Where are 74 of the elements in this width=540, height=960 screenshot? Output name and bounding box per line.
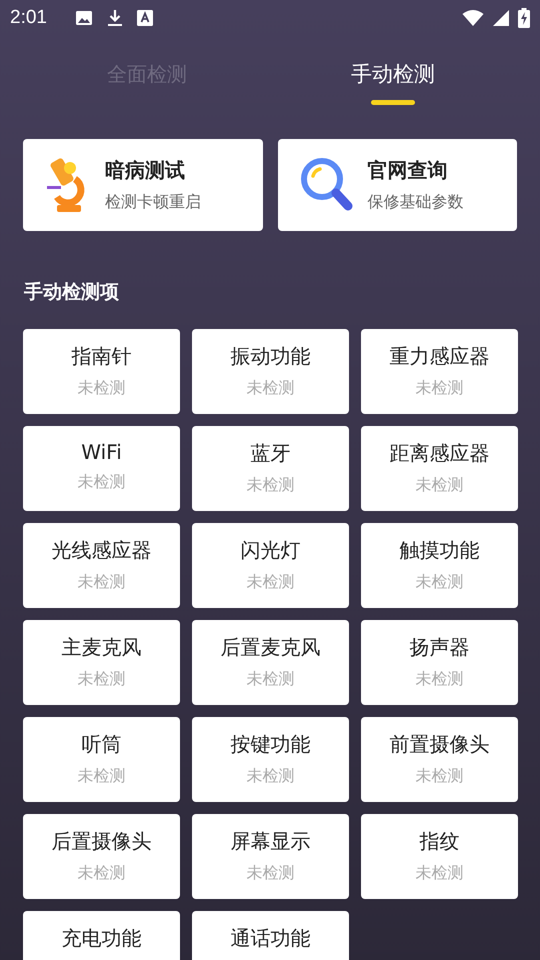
item-name: 触摸功能 — [400, 537, 480, 564]
test-item[interactable]: 后置摄像头 未检测 — [23, 814, 180, 899]
item-status: 未检测 — [246, 475, 294, 496]
test-item[interactable]: 光线感应器 未检测 — [23, 523, 180, 608]
item-status: 未检测 — [416, 669, 464, 690]
item-name: 蓝牙 — [250, 440, 290, 467]
item-status: 未检测 — [246, 378, 294, 399]
tab[interactable]: 手动检测 — [270, 56, 516, 92]
item-name: 距离感应器 — [390, 440, 490, 467]
card-subtitle: 保修基础参数 — [368, 192, 464, 213]
test-item[interactable]: 距离感应器 未检测 — [361, 426, 518, 511]
item-name: 通话功能 — [230, 925, 310, 952]
signal-icon — [492, 9, 510, 27]
item-name: 按键功能 — [230, 731, 310, 758]
item-name: 闪光灯 — [240, 537, 300, 564]
test-item[interactable]: 按键功能 未检测 — [192, 717, 349, 802]
battery-icon — [518, 8, 530, 28]
item-status: 未检测 — [416, 863, 464, 884]
item-status: 未检测 — [78, 472, 126, 493]
test-item[interactable]: 扬声器 未检测 — [361, 620, 518, 705]
feature-card[interactable]: 官网查询 保修基础参数 — [278, 139, 517, 231]
item-status: 未检测 — [78, 572, 126, 593]
item-name: 听筒 — [82, 731, 122, 758]
image-icon — [74, 9, 93, 27]
test-item[interactable]: 充电功能 — [23, 911, 180, 960]
item-name: 前置摄像头 — [390, 731, 490, 758]
item-name: 指纹 — [420, 828, 460, 855]
item-status: 未检测 — [416, 475, 464, 496]
tab-indicator — [371, 100, 415, 105]
test-item[interactable]: 指纹 未检测 — [361, 814, 518, 899]
item-name: 光线感应器 — [52, 537, 152, 564]
item-status: 未检测 — [78, 378, 126, 399]
section-title: 手动检测项 — [23, 280, 120, 305]
item-name: 扬声器 — [410, 634, 470, 661]
item-name: 后置摄像头 — [52, 828, 152, 855]
item-status: 未检测 — [416, 378, 464, 399]
test-item[interactable]: 前置摄像头 未检测 — [361, 717, 518, 802]
item-status: 未检测 — [246, 572, 294, 593]
item-status: 未检测 — [78, 863, 126, 884]
test-item[interactable]: 振动功能 未检测 — [192, 329, 349, 414]
item-name: 屏幕显示 — [230, 828, 310, 855]
item-status: 未检测 — [246, 766, 294, 787]
test-item[interactable]: 蓝牙 未检测 — [192, 426, 349, 511]
item-status: 未检测 — [78, 669, 126, 690]
wifi-icon — [462, 9, 484, 27]
test-item[interactable]: 屏幕显示 未检测 — [192, 814, 349, 899]
item-name: 振动功能 — [230, 343, 310, 370]
test-item[interactable]: 重力感应器 未检测 — [361, 329, 518, 414]
item-name: WiFi — [81, 440, 122, 464]
card-subtitle: 检测卡顿重启 — [105, 192, 201, 213]
item-status: 未检测 — [416, 572, 464, 593]
test-item[interactable]: 听筒 未检测 — [23, 717, 180, 802]
test-item[interactable]: 指南针 未检测 — [23, 329, 180, 414]
download-icon — [106, 9, 123, 27]
card-title: 官网查询 — [368, 157, 448, 184]
test-item[interactable]: 后置麦克风 未检测 — [192, 620, 349, 705]
item-status: 未检测 — [246, 669, 294, 690]
item-name: 主麦克风 — [62, 634, 142, 661]
test-item[interactable]: 通话功能 — [192, 911, 349, 960]
test-item[interactable]: 主麦克风 未检测 — [23, 620, 180, 705]
item-status: 未检测 — [246, 863, 294, 884]
feature-card[interactable]: 暗病测试 检测卡顿重启 — [23, 139, 262, 231]
test-item[interactable]: WiFi 未检测 — [23, 426, 180, 511]
test-item[interactable]: 触摸功能 未检测 — [361, 523, 518, 608]
font-icon — [136, 10, 153, 26]
item-name: 指南针 — [72, 343, 132, 370]
item-name: 重力感应器 — [390, 343, 490, 370]
item-status: 未检测 — [78, 766, 126, 787]
item-name: 后置麦克风 — [220, 634, 320, 661]
card-title: 暗病测试 — [105, 157, 186, 184]
item-status: 未检测 — [416, 766, 464, 787]
item-name: 充电功能 — [62, 925, 142, 952]
status-time: 2:01 — [10, 7, 47, 29]
test-item[interactable]: 闪光灯 未检测 — [192, 523, 349, 608]
